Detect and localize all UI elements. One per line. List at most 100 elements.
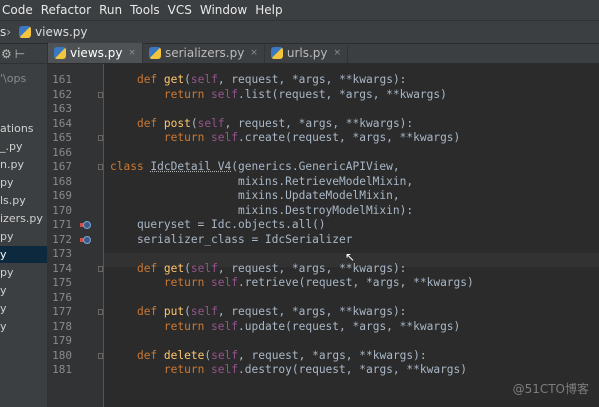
code-line[interactable]: return self.destroy(request, *args, **kw… [110,363,467,378]
code-token: self [211,276,238,289]
menu-tools[interactable]: Tools [130,3,160,17]
fold-icon[interactable] [98,265,103,272]
fold-icon[interactable] [98,135,103,141]
implements-marker-icon[interactable] [83,235,91,244]
project-tree-item[interactable]: izers.py [0,210,47,227]
implements-marker-icon[interactable] [83,221,91,229]
code-line[interactable]: mixins.RetrieveModelMixin, [110,175,413,190]
code-editor[interactable]: ↖ def get(self, request, *args, **kwargs… [104,64,599,407]
line-number: 168 [52,174,72,188]
tab-label: serializers.py [164,46,245,60]
line-number: 174 [52,261,72,275]
python-file-icon [54,47,66,59]
code-token: .retrieve(request, *args, **kwargs) [238,276,474,289]
code-token: .list(request, *args, **kwargs) [238,87,447,101]
code-token: serializer_class = IdcSerializer [110,232,353,246]
code-token: ( [184,305,191,318]
code-line[interactable]: mixins.UpdateModelMixin, [110,189,400,204]
code-token: self [211,319,238,333]
line-number-gutter[interactable]: 161 162 163 164 165 166 167 168 169 170 171 172 173 1… [48,64,104,407]
code-line[interactable]: def put(self, request, *args, **kwargs): [110,305,406,320]
code-token: .create(request, *args, **kwargs) [238,131,461,144]
fold-icon[interactable] [98,309,103,315]
code-line[interactable]: def get(self, request, *args, **kwargs): [110,262,406,277]
tab-serializers-py[interactable]: serializers.py × [143,43,265,63]
tab-label: views.py [70,46,123,60]
close-icon[interactable]: × [128,48,136,58]
menu-window[interactable]: Window [200,3,247,17]
code-token: , request, *args, **kwargs): [217,305,407,318]
project-tree-item[interactable]: _.py [0,138,47,155]
tab-urls-py[interactable]: urls.py × [265,43,349,63]
code-token: post [163,116,191,130]
code-line[interactable]: queryset = Idc.objects.all() [110,218,326,233]
code-token: self [211,363,238,376]
code-token: , request, *args, **kwargs): [224,116,414,130]
code-line[interactable]: return self.create(request, *args, **kwa… [110,131,460,146]
fold-icon[interactable] [98,91,103,98]
code-token: self [190,305,218,318]
line-number: 170 [52,203,72,217]
code-token: ( [190,116,198,130]
project-tree-item[interactable]: ations [0,120,47,137]
close-icon[interactable]: × [334,48,342,58]
line-number: 179 [52,334,72,347]
code-line[interactable]: def delete(self, request, *args, **kwarg… [110,349,427,364]
code-line[interactable]: return self.update(request, *args, **kwa… [110,320,460,335]
code-token: def [136,73,164,86]
menu-vcs[interactable]: VCS [168,3,192,17]
code-token: ( [184,261,191,275]
code-line[interactable]: def post(self, request, *args, **kwargs)… [110,117,413,132]
collapse-icon[interactable]: ⊢ [15,47,25,61]
python-file-icon [19,26,32,38]
code-token: def [136,305,164,318]
project-tree-item[interactable]: y [0,300,47,317]
fold-icon[interactable] [98,164,103,170]
menu-refactor[interactable]: Refactor [41,3,91,17]
line-number: 175 [52,276,72,289]
menu-run[interactable]: Run [99,3,122,17]
code-line[interactable]: return self.retrieve(request, *args, **k… [110,276,474,291]
tab-views-py[interactable]: views.py × [48,43,143,63]
close-icon[interactable]: × [250,48,258,58]
code-token: class [110,160,151,173]
breadcrumb-file[interactable]: views.py [35,25,87,39]
code-line[interactable]: return self.list(request, *args, **kwarg… [110,88,447,103]
line-number: 180 [52,348,72,362]
project-tree-item[interactable]: py [0,228,47,245]
code-line[interactable]: class IdcDetail V4(generics.GenericAPIVi… [110,160,400,175]
code-token: IdcDetail V4 [150,160,232,173]
menu-code[interactable]: Code [2,3,33,17]
line-number: 181 [52,363,72,376]
settings-icon[interactable]: ⚙ [1,47,12,61]
project-tree-item[interactable]: py [0,174,47,191]
line-number: 166 [52,145,72,159]
code-token: get [163,73,185,86]
project-tree-item[interactable]: ls.py [0,192,47,209]
code-line[interactable]: mixins.DestroyModelMixin): [110,204,413,219]
project-tree-item[interactable]: y [0,246,47,263]
code-line[interactable]: def get(self, request, *args, **kwargs): [110,73,406,88]
project-tree-item[interactable]: n.py [0,156,47,173]
code-token: self [211,348,239,362]
code-token: put [163,305,185,318]
code-token: mixins.UpdateModelMixin, [110,189,400,202]
project-tree-item[interactable]: y [0,318,47,335]
fold-icon[interactable] [98,352,103,359]
code-token: ( [184,73,191,86]
line-number: 161 [52,73,72,86]
code-line[interactable]: serializer_class = IdcSerializer [110,232,353,248]
project-tree-item[interactable]: py [0,264,47,281]
project-tree-item[interactable]: y [0,282,47,299]
line-number: 165 [52,131,72,144]
menu-help[interactable]: Help [255,3,282,17]
code-token: return [163,131,212,144]
